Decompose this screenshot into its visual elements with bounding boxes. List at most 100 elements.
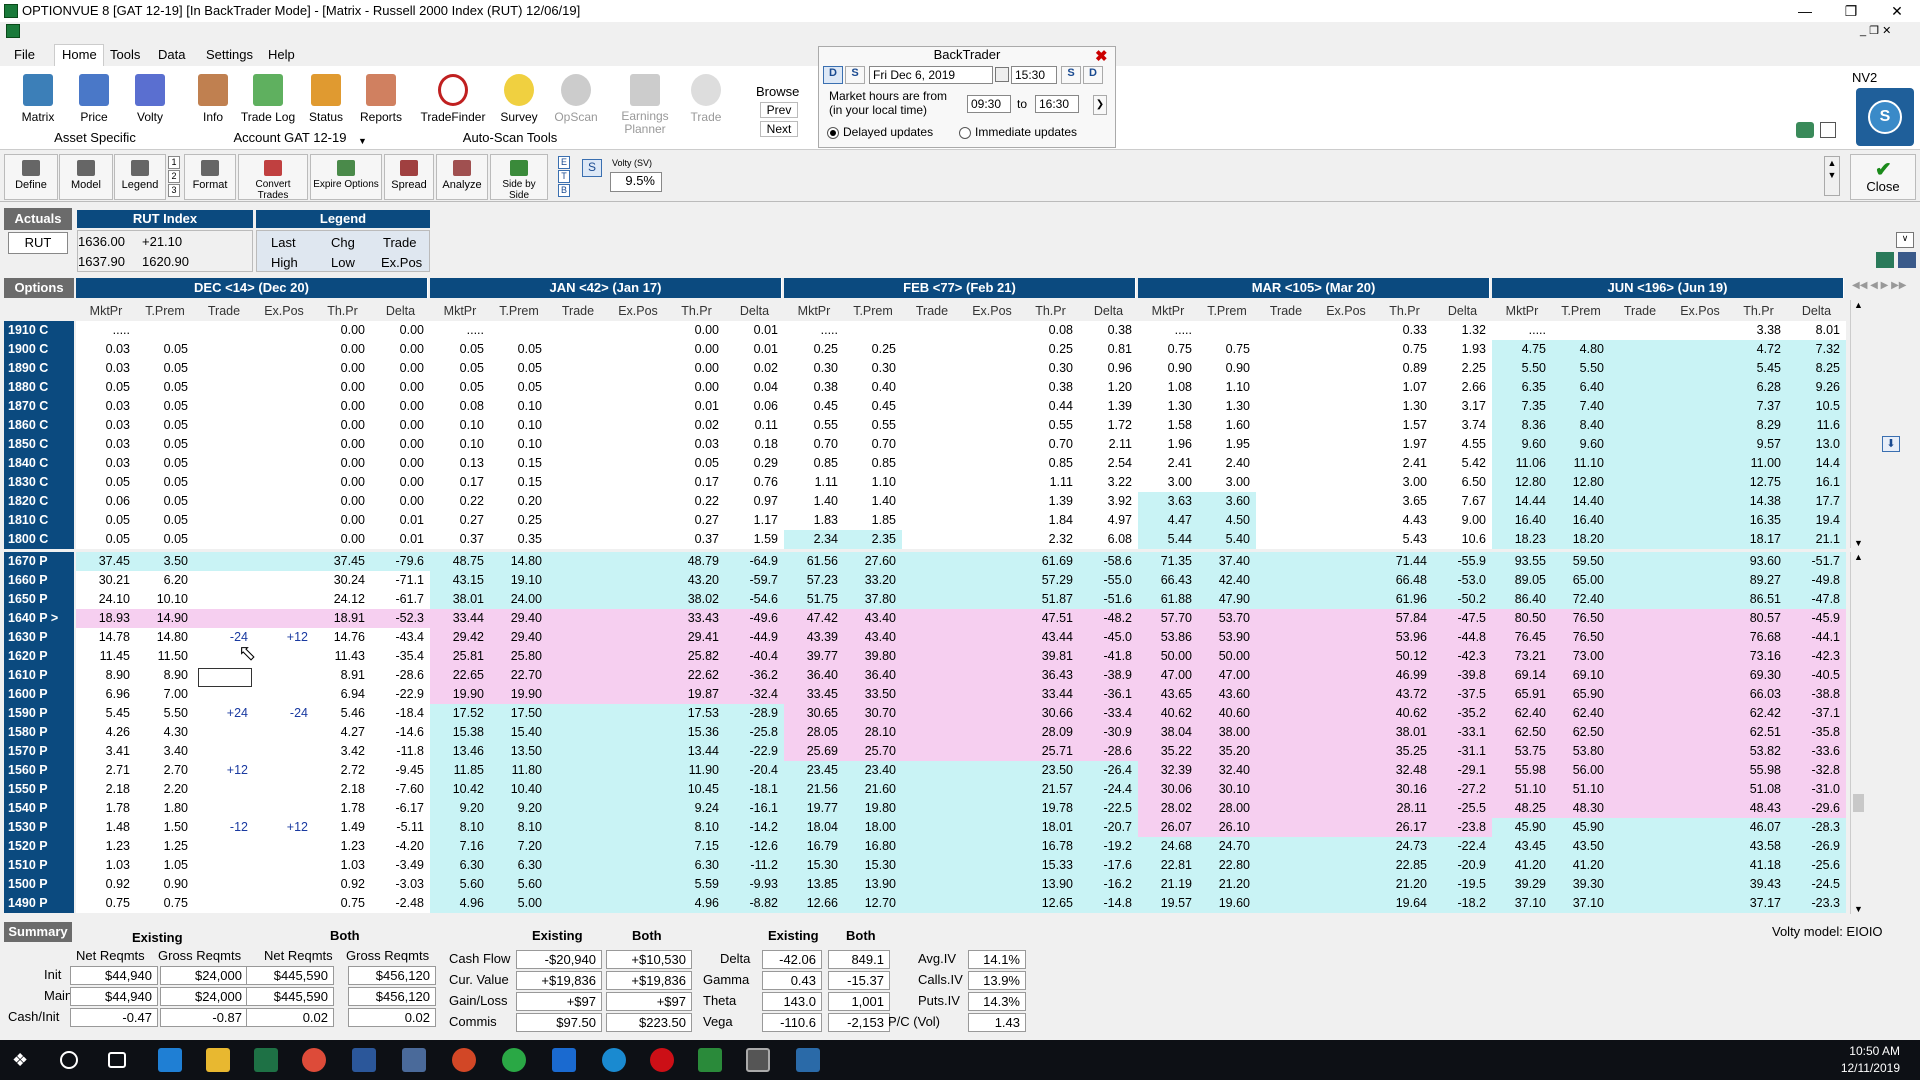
matrix-cell[interactable] bbox=[608, 799, 668, 818]
reports-button[interactable]: Reports bbox=[352, 70, 410, 124]
matrix-cell[interactable] bbox=[608, 856, 668, 875]
matrix-cell[interactable] bbox=[1256, 628, 1316, 647]
strike-label[interactable]: 1880 C bbox=[4, 378, 74, 397]
matrix-cell[interactable]: +12 bbox=[254, 628, 314, 647]
matrix-cell[interactable] bbox=[1670, 609, 1730, 628]
matrix-cell[interactable] bbox=[902, 761, 962, 780]
call-row[interactable]: 1810 C 0.05 0.05 0.00 0.01 0.27 0.25 0.27 1.17 1.… bbox=[0, 511, 1848, 530]
matrix-cell[interactable] bbox=[1316, 378, 1376, 397]
matrix-cell[interactable] bbox=[548, 685, 608, 704]
matrix-cell[interactable] bbox=[962, 628, 1022, 647]
matrix-cell[interactable] bbox=[548, 723, 608, 742]
matrix-cell[interactable] bbox=[548, 473, 608, 492]
menu-help[interactable]: Help bbox=[268, 47, 295, 62]
matrix-cell[interactable] bbox=[1316, 647, 1376, 666]
matrix-cell[interactable] bbox=[548, 704, 608, 723]
tool-icon-1[interactable] bbox=[1876, 252, 1894, 268]
matrix-cell[interactable] bbox=[902, 704, 962, 723]
matrix-cell[interactable] bbox=[902, 875, 962, 894]
matrix-cell[interactable] bbox=[1256, 723, 1316, 742]
matrix-cell[interactable] bbox=[608, 647, 668, 666]
matrix-cell[interactable] bbox=[548, 397, 608, 416]
month-nav-arrows[interactable]: ◀◀ ◀ ▶ ▶▶ bbox=[1852, 280, 1908, 296]
put-row[interactable]: 1610 P 8.90 8.90 8.91 -28.6 22.65 22.70 22.62 -3… bbox=[0, 666, 1848, 685]
matrix-cell[interactable] bbox=[608, 571, 668, 590]
opera-icon[interactable] bbox=[650, 1048, 674, 1072]
call-row[interactable]: 1850 C 0.03 0.05 0.00 0.00 0.10 0.10 0.03 0.18 0.… bbox=[0, 435, 1848, 454]
matrix-cell[interactable] bbox=[1256, 435, 1316, 454]
active-trade-input[interactable] bbox=[198, 668, 252, 687]
menu-file[interactable]: File bbox=[14, 47, 35, 62]
matrix-cell[interactable] bbox=[194, 397, 254, 416]
matrix-cell[interactable] bbox=[1316, 454, 1376, 473]
date-field[interactable]: Fri Dec 6, 2019 bbox=[869, 66, 993, 84]
matrix-cell[interactable] bbox=[902, 685, 962, 704]
maximize-button[interactable]: ❐ bbox=[1828, 0, 1874, 22]
matrix-cell[interactable] bbox=[962, 378, 1022, 397]
matrix-cell[interactable] bbox=[962, 552, 1022, 571]
matrix-cell[interactable] bbox=[1256, 397, 1316, 416]
tool-icon-2[interactable] bbox=[1898, 252, 1916, 268]
matrix-cell[interactable] bbox=[194, 837, 254, 856]
strike-label[interactable]: 1850 C bbox=[4, 435, 74, 454]
matrix-cell[interactable] bbox=[1610, 340, 1670, 359]
matrix-cell[interactable] bbox=[608, 609, 668, 628]
matrix-cell[interactable] bbox=[254, 856, 314, 875]
matrix-cell[interactable] bbox=[1316, 894, 1376, 913]
matrix-cell[interactable] bbox=[1610, 378, 1670, 397]
matrix-cell[interactable] bbox=[548, 378, 608, 397]
tradefinder-button[interactable]: TradeFinder bbox=[418, 70, 488, 124]
matrix-cell[interactable] bbox=[1316, 340, 1376, 359]
strike-label[interactable]: 1840 C bbox=[4, 454, 74, 473]
matrix-cell[interactable] bbox=[1610, 894, 1670, 913]
earnings-planner-button[interactable]: Earnings Planner bbox=[616, 70, 674, 136]
matrix-cell[interactable] bbox=[1316, 837, 1376, 856]
matrix-cell[interactable] bbox=[1316, 742, 1376, 761]
matrix-cell[interactable] bbox=[608, 473, 668, 492]
snowflake-app-icon[interactable] bbox=[796, 1048, 820, 1072]
matrix-cell[interactable] bbox=[254, 511, 314, 530]
matrix-cell[interactable] bbox=[1316, 723, 1376, 742]
matrix-cell[interactable] bbox=[1610, 416, 1670, 435]
windows-start-icon[interactable]: ❖ bbox=[12, 1048, 36, 1072]
matrix-cell[interactable] bbox=[548, 818, 608, 837]
matrix-cell[interactable] bbox=[254, 666, 314, 685]
matrix-cell[interactable] bbox=[1610, 492, 1670, 511]
matrix-cell[interactable] bbox=[194, 609, 254, 628]
matrix-cell[interactable] bbox=[1256, 473, 1316, 492]
matrix-cell[interactable] bbox=[1670, 894, 1730, 913]
matrix-cell[interactable] bbox=[608, 511, 668, 530]
matrix-cell[interactable] bbox=[608, 435, 668, 454]
menu-tools[interactable]: Tools bbox=[110, 47, 140, 62]
matrix-cell[interactable] bbox=[608, 359, 668, 378]
matrix-cell[interactable] bbox=[1316, 511, 1376, 530]
matrix-cell[interactable] bbox=[1256, 340, 1316, 359]
matrix-cell[interactable] bbox=[962, 723, 1022, 742]
matrix-cell[interactable] bbox=[254, 780, 314, 799]
matrix-cell[interactable] bbox=[254, 647, 314, 666]
matrix-cell[interactable] bbox=[902, 473, 962, 492]
strike-label[interactable]: 1590 P bbox=[4, 704, 74, 723]
matrix-cell[interactable] bbox=[608, 894, 668, 913]
matrix-cell[interactable] bbox=[1610, 473, 1670, 492]
matrix-cell[interactable] bbox=[254, 321, 314, 340]
matrix-cell[interactable] bbox=[608, 666, 668, 685]
matrix-cell[interactable] bbox=[194, 416, 254, 435]
matrix-cell[interactable] bbox=[1670, 723, 1730, 742]
call-row[interactable]: 1830 C 0.05 0.05 0.00 0.00 0.17 0.15 0.17 0.76 1.… bbox=[0, 473, 1848, 492]
put-row[interactable]: 1560 P 2.71 2.70 +12 2.72 -9.45 11.85 11.80 11.9… bbox=[0, 761, 1848, 780]
matrix-cell[interactable] bbox=[194, 340, 254, 359]
strike-label[interactable]: 1520 P bbox=[4, 837, 74, 856]
matrix-cell[interactable] bbox=[1610, 321, 1670, 340]
matrix-cell[interactable] bbox=[1670, 799, 1730, 818]
call-row[interactable]: 1840 C 0.03 0.05 0.00 0.00 0.13 0.15 0.05 0.29 0.… bbox=[0, 454, 1848, 473]
matrix-cell[interactable] bbox=[962, 609, 1022, 628]
matrix-cell[interactable] bbox=[1670, 704, 1730, 723]
matrix-cell[interactable] bbox=[962, 340, 1022, 359]
matrix-cell[interactable] bbox=[962, 511, 1022, 530]
matrix-cell[interactable] bbox=[194, 571, 254, 590]
matrix-cell[interactable] bbox=[254, 552, 314, 571]
matrix-cell[interactable] bbox=[254, 397, 314, 416]
forward-day-button[interactable]: D bbox=[1083, 66, 1103, 84]
matrix-cell[interactable] bbox=[194, 856, 254, 875]
